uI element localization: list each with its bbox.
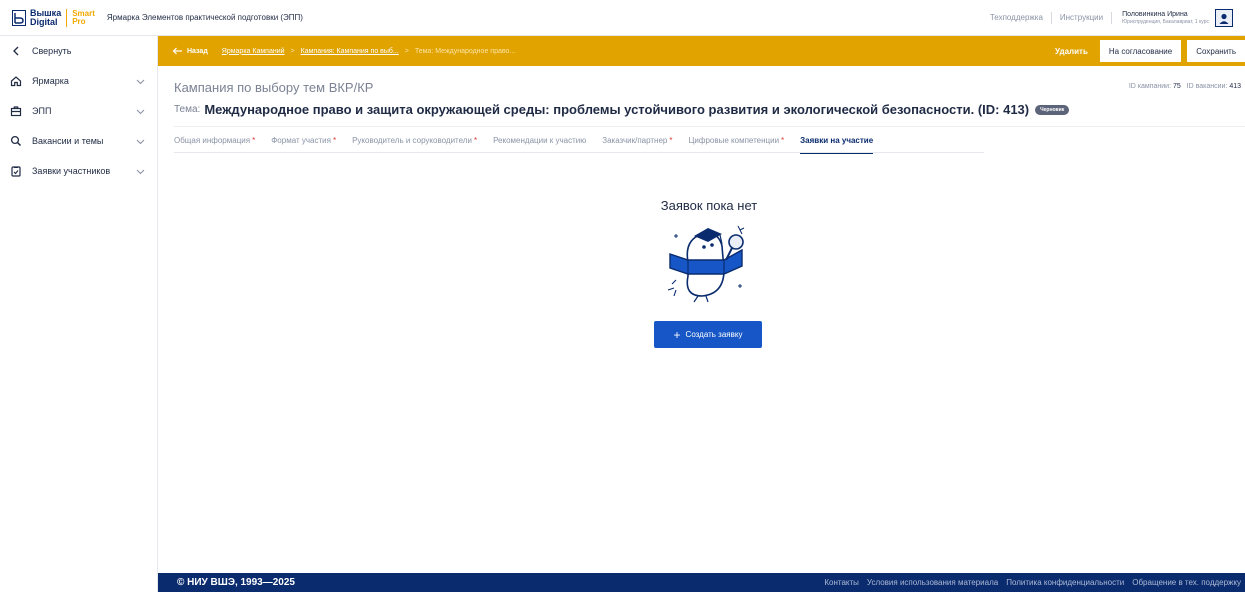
tab-label: Рекомендации к участию — [493, 135, 587, 145]
theme-row: Тема: Международное право и защита окруж… — [174, 102, 1070, 117]
user-menu[interactable]: Половинкина Ирина Юриспруденция, Бакалав… — [1122, 9, 1245, 27]
id-campaign-value: 75 — [1173, 83, 1181, 90]
footer-link-support[interactable]: Обращение в тех. поддержку — [1132, 578, 1241, 587]
sidebar-item-label: Вакансии и темы — [32, 136, 104, 146]
id-info: ID кампании: 75 ID вакансии: 413 — [1129, 83, 1241, 90]
id-vacancy-label: ID вакансии: — [1186, 83, 1228, 90]
logo[interactable]: Вышка Digital Smart Pro — [12, 8, 95, 27]
chevron-left-icon — [10, 45, 22, 57]
breadcrumb-separator: > — [404, 47, 409, 55]
footer-link-contacts[interactable]: Контакты — [824, 578, 859, 587]
chevron-down-icon[interactable] — [136, 167, 145, 177]
footer-link-privacy[interactable]: Политика конфиденциальности — [1006, 578, 1124, 587]
arrow-left-icon — [172, 47, 182, 55]
tab-label: Заказчик/партнер — [602, 135, 668, 145]
tab-supervisors[interactable]: Руководитель и соруководители * — [352, 127, 477, 154]
id-vacancy-value: 413 — [1229, 83, 1241, 90]
sidebar-item-label: ЭПП — [32, 106, 52, 116]
delete-button[interactable]: Удалить — [1055, 47, 1088, 56]
empty-state-title: Заявок пока нет — [660, 198, 758, 213]
empty-state-illustration — [662, 220, 756, 304]
required-mark: * — [332, 135, 337, 145]
logo-pro: Pro — [72, 16, 86, 26]
sidebar-item-label: Ярмарка — [32, 76, 69, 86]
avatar[interactable] — [1215, 9, 1233, 27]
breadcrumb-campaign[interactable]: Кампания: Кампания по выб... — [301, 48, 399, 55]
chevron-down-icon[interactable] — [136, 107, 145, 117]
tab-label: Общая информация — [174, 135, 251, 145]
header-right: Техподдержка Инструкции Половинкина Ирин… — [982, 0, 1245, 36]
tab-participation-format[interactable]: Формат участия * — [271, 127, 336, 154]
logo-line2: Digital — [30, 16, 58, 27]
user-name: Половинкина Ирина — [1122, 11, 1188, 18]
back-button[interactable]: Назад — [172, 47, 208, 55]
user-avatar-icon — [1219, 13, 1229, 24]
theme-label: Тема: — [174, 104, 201, 115]
tab-customer-partner[interactable]: Заказчик/партнер * — [602, 127, 672, 154]
sidebar-item-fair[interactable]: Ярмарка — [0, 66, 157, 96]
footer-links: Контакты Условия использования материала… — [816, 573, 1241, 592]
bird-magnifier-icon — [667, 225, 745, 303]
top-header: Вышка Digital Smart Pro Ярмарка Элементо… — [0, 0, 1245, 36]
breadcrumb-fair[interactable]: Ярмарка Кампаний — [222, 48, 285, 55]
support-link[interactable]: Техподдержка — [982, 12, 1052, 24]
sidebar-collapse-label: Свернуть — [32, 46, 72, 56]
create-application-button[interactable]: + Создать заявку — [654, 321, 762, 348]
breadcrumb-separator: > — [290, 47, 295, 55]
required-mark: * — [669, 135, 673, 145]
home-icon — [10, 75, 22, 87]
sidebar-item-label: Заявки участников — [32, 166, 111, 176]
tab-label: Цифровые компетенции — [688, 135, 780, 145]
footer-link-terms[interactable]: Условия использования материала — [867, 578, 998, 587]
sidebar-collapse[interactable]: Свернуть — [0, 36, 157, 66]
clipboard-icon — [10, 165, 22, 177]
action-buttons: Удалить На согласование Сохранить — [1055, 36, 1245, 66]
create-application-label: Создать заявку — [685, 330, 743, 339]
tab-general-info[interactable]: Общая информация * — [174, 127, 255, 154]
footer: © НИУ ВШЭ, 1993—2025 Контакты Условия ис… — [158, 573, 1245, 592]
sidebar-item-vacancies[interactable]: Вакансии и темы — [0, 126, 157, 156]
save-button[interactable]: Сохранить — [1187, 40, 1245, 62]
tab-recommendations[interactable]: Рекомендации к участию — [493, 127, 586, 154]
required-mark: * — [252, 135, 256, 145]
app-title: Ярмарка Элементов практической подготовк… — [106, 13, 303, 22]
theme-text: Международное право и защита окружающей … — [204, 102, 1030, 117]
status-badge: Черновик — [1035, 104, 1070, 115]
id-campaign-label: ID кампании: — [1128, 83, 1172, 90]
action-bar: Назад Ярмарка Кампаний > Кампания: Кампа… — [158, 36, 1245, 66]
hse-logo-icon — [12, 9, 26, 26]
sidebar-item-epp[interactable]: ЭПП — [0, 96, 157, 126]
tab-bar: Общая информация * Формат участия * Руково… — [174, 126, 1245, 154]
tab-label: Заявки на участие — [800, 135, 874, 145]
plus-icon: + — [673, 327, 681, 342]
briefcase-icon — [10, 105, 22, 117]
sidebar-item-applications[interactable]: Заявки участников — [0, 156, 157, 186]
breadcrumb-current: Тема: Международное право... — [414, 47, 516, 55]
sidebar: Свернуть Ярмарка ЭПП Вакансии и темы Зая… — [0, 36, 158, 592]
required-mark: * — [781, 135, 785, 145]
tab-digital-competencies[interactable]: Цифровые компетенции * — [688, 127, 784, 154]
chevron-down-icon[interactable] — [136, 137, 145, 147]
instructions-link[interactable]: Инструкции — [1052, 12, 1113, 24]
page-title: Кампания по выбору тем ВКР/КР — [174, 80, 374, 95]
submit-approval-button[interactable]: На согласование — [1099, 40, 1182, 62]
tab-label: Руководитель и соруководители — [352, 135, 472, 145]
tab-label: Формат участия — [271, 135, 331, 145]
back-label: Назад — [187, 47, 208, 55]
search-icon — [10, 135, 22, 147]
required-mark: * — [473, 135, 478, 145]
logo-divider — [66, 8, 68, 27]
tabs-divider — [174, 152, 984, 153]
chevron-down-icon[interactable] — [136, 77, 145, 87]
tab-applications[interactable]: Заявки на участие — [800, 127, 873, 154]
copyright: © НИУ ВШЭ, 1993—2025 — [177, 577, 295, 588]
user-role: Юриспруденция, Бакалавриат, 1 курс — [1122, 19, 1209, 25]
